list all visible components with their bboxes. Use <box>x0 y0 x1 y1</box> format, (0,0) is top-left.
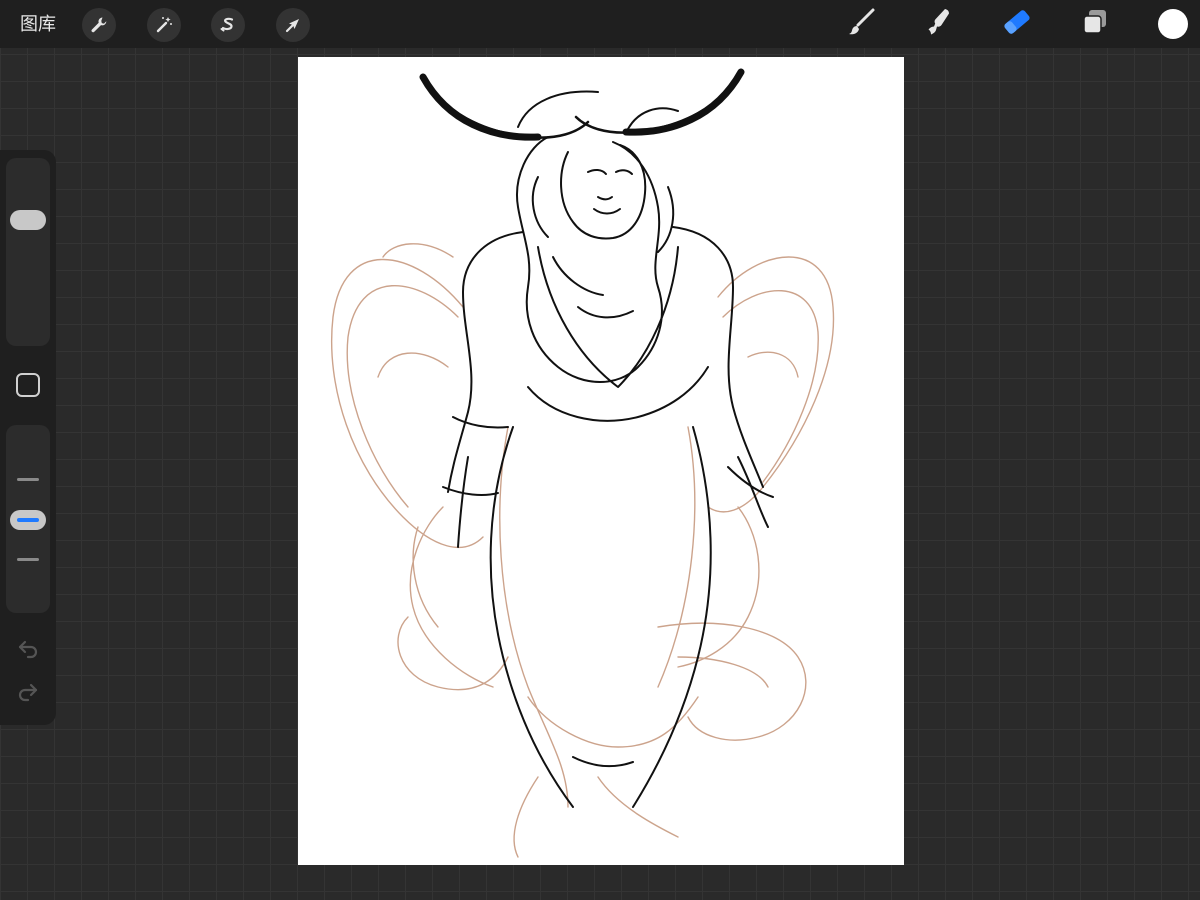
canvas-workspace[interactable]: 图库 <box>0 0 1200 900</box>
layers-button[interactable] <box>1077 6 1113 42</box>
left-sidebar <box>0 150 56 725</box>
drawing-canvas[interactable] <box>298 57 904 865</box>
magic-wand-icon <box>154 15 174 35</box>
brush-tool-button[interactable] <box>843 6 879 42</box>
eraser-icon <box>1000 5 1034 44</box>
adjustments-button[interactable] <box>147 8 181 42</box>
brush-size-thumb[interactable] <box>10 210 46 230</box>
smudge-tool-button[interactable] <box>921 6 957 42</box>
selection-button[interactable] <box>211 8 245 42</box>
color-swatch-button[interactable] <box>1158 9 1188 39</box>
opacity-thumb[interactable] <box>10 510 46 530</box>
lineart-layer <box>419 68 774 808</box>
artwork-drawing <box>330 68 835 858</box>
brush-icon <box>845 6 877 43</box>
opacity-tick-lower <box>17 558 39 561</box>
opacity-tick-upper <box>17 478 39 481</box>
smudge-icon <box>923 6 955 43</box>
transform-arrow-icon <box>283 15 303 35</box>
eraser-tool-button[interactable] <box>999 6 1035 42</box>
redo-button[interactable] <box>14 682 42 710</box>
gallery-button[interactable]: 图库 <box>20 12 56 36</box>
wrench-icon <box>89 15 109 35</box>
brush-size-slider[interactable] <box>6 158 50 346</box>
modify-button[interactable] <box>16 373 40 397</box>
layers-icon <box>1080 7 1110 42</box>
selection-icon <box>218 15 238 35</box>
undo-icon <box>16 636 40 665</box>
redo-icon <box>16 682 40 711</box>
actions-button[interactable] <box>82 8 116 42</box>
transform-button[interactable] <box>276 8 310 42</box>
undo-button[interactable] <box>14 636 42 664</box>
sketch-layer <box>330 243 835 858</box>
top-toolbar: 图库 <box>0 0 1200 48</box>
opacity-slider[interactable] <box>6 425 50 613</box>
